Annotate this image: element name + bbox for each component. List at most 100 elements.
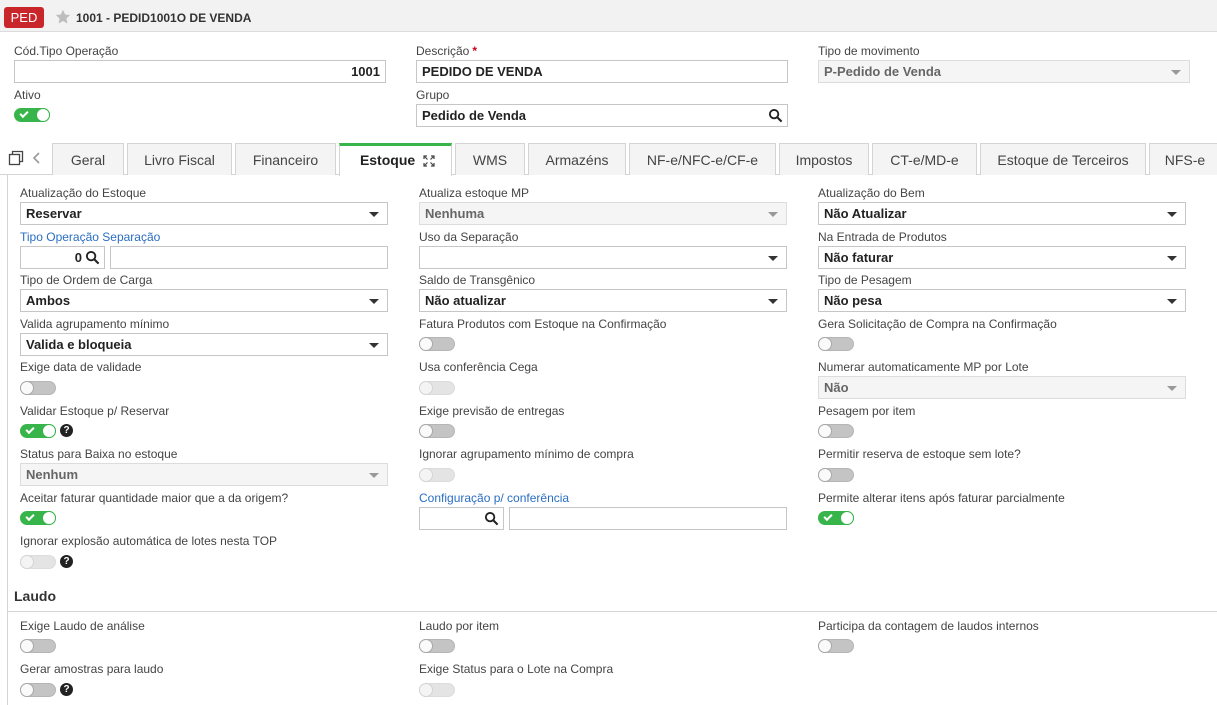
exige-laudo-analise-toggle[interactable]: [20, 639, 56, 653]
configuracao-conferencia-desc[interactable]: [509, 507, 787, 530]
fatura-produtos-confirmacao-toggle[interactable]: [419, 337, 455, 351]
chevron-down-icon: [1167, 212, 1177, 217]
tipo-operacao-separacao-label[interactable]: Tipo Operação Separação: [20, 230, 160, 244]
tipo-operacao-separacao-code[interactable]: 0: [20, 246, 105, 269]
ativo-label: Ativo: [14, 88, 41, 102]
chevron-down-icon: [1171, 70, 1181, 75]
valida-agrupamento-label: Valida agrupamento mínimo: [20, 317, 170, 331]
tab-financeiro[interactable]: Financeiro: [235, 143, 336, 175]
grupo-input[interactable]: Pedido de Venda: [416, 104, 788, 127]
check-icon: [25, 511, 35, 522]
usa-conferencia-cega-toggle[interactable]: [419, 381, 455, 395]
tipo-movimento-value: P-Pedido de Venda: [824, 64, 942, 79]
tab-geral[interactable]: Geral: [52, 143, 124, 175]
descricao-input[interactable]: PEDIDO DE VENDA: [416, 60, 788, 83]
exige-status-lote-toggle[interactable]: [419, 683, 455, 697]
tab-armazens[interactable]: Armazéns: [528, 143, 626, 175]
cod-tipo-operacao-input[interactable]: 1001: [14, 60, 386, 83]
valida-agrupamento-value: Valida e bloqueia: [26, 337, 132, 352]
expand-icon[interactable]: [423, 155, 435, 167]
tab-wms[interactable]: WMS: [455, 143, 525, 175]
tab-impostos[interactable]: Impostos: [779, 143, 869, 175]
exige-data-validade-toggle[interactable]: [20, 381, 56, 395]
exige-data-validade-label: Exige data de validade: [20, 360, 142, 374]
pesagem-por-item-toggle[interactable]: [818, 424, 854, 438]
tab-livro-fiscal[interactable]: Livro Fiscal: [127, 143, 232, 175]
atualiza-estoque-mp-value: Nenhuma: [425, 206, 485, 221]
toggle-knob: [20, 683, 34, 697]
chevron-down-icon: [369, 212, 379, 217]
search-icon[interactable]: [85, 250, 100, 265]
help-icon[interactable]: ?: [60, 424, 73, 437]
atualiza-estoque-mp-select[interactable]: Nenhuma: [419, 202, 787, 225]
chevron-down-icon: [768, 256, 778, 261]
page-title: 1001 - PEDID1001O DE VENDA: [76, 11, 252, 25]
permitir-reserva-sem-lote-toggle[interactable]: [818, 468, 854, 482]
tipo-operacao-separacao-desc[interactable]: [110, 246, 388, 269]
toggle-knob: [840, 511, 854, 525]
gera-solicitacao-compra-label: Gera Solicitação de Compra na Confirmaçã…: [818, 317, 1057, 331]
laudo-section-title: Laudo: [14, 588, 56, 604]
check-icon: [823, 511, 833, 522]
tab-estoque[interactable]: Estoque: [339, 143, 452, 176]
help-icon[interactable]: ?: [60, 683, 73, 696]
chevron-left-icon[interactable]: [32, 151, 42, 165]
tab-nfse[interactable]: NFS-e: [1149, 143, 1217, 175]
copy-icon[interactable]: [8, 150, 24, 166]
laudo-por-item-label: Laudo por item: [419, 619, 500, 633]
toggle-knob: [818, 639, 832, 653]
exige-previsao-entregas-toggle[interactable]: [419, 424, 455, 438]
ignorar-explosao-lotes-toggle[interactable]: [20, 555, 56, 569]
na-entrada-produtos-label: Na Entrada de Produtos: [818, 230, 947, 244]
permitir-reserva-sem-lote-label: Permitir reserva de estoque sem lote?: [818, 447, 1021, 461]
cod-tipo-operacao-label: Cód.Tipo Operação: [14, 44, 119, 58]
numerar-mp-lote-select[interactable]: Não: [818, 376, 1186, 399]
permite-alterar-itens-toggle[interactable]: [818, 511, 854, 525]
valida-agrupamento-select[interactable]: Valida e bloqueia: [20, 333, 388, 356]
fatura-produtos-confirmacao-label: Fatura Produtos com Estoque na Confirmaç…: [419, 317, 667, 331]
check-icon: [25, 424, 35, 435]
participa-contagem-toggle[interactable]: [818, 639, 854, 653]
pesagem-por-item-label: Pesagem por item: [818, 404, 916, 418]
exige-previsao-entregas-label: Exige previsão de entregas: [419, 404, 565, 418]
ativo-toggle[interactable]: [14, 108, 50, 122]
atualizacao-estoque-value: Reservar: [26, 206, 82, 221]
saldo-transgenico-value: Não atualizar: [425, 293, 506, 308]
status-baixa-estoque-select[interactable]: Nenhum: [20, 463, 388, 486]
chevron-down-icon: [1167, 256, 1177, 261]
tab-nfe[interactable]: NF-e/NFC-e/CF-e: [629, 143, 776, 175]
permite-alterar-itens-label: Permite alterar itens após faturar parci…: [818, 491, 1065, 505]
chevron-down-icon: [369, 299, 379, 304]
configuracao-conferencia-label[interactable]: Configuração p/ conferência: [419, 491, 569, 505]
gera-solicitacao-compra-toggle[interactable]: [818, 337, 854, 351]
ignorar-agrupamento-compra-toggle[interactable]: [419, 468, 455, 482]
exige-status-lote-label: Exige Status para o Lote na Compra: [419, 662, 614, 676]
tab-cte-mde[interactable]: CT-e/MD-e: [872, 143, 977, 175]
validar-estoque-reservar-toggle[interactable]: [20, 424, 56, 438]
toggle-knob: [818, 337, 832, 351]
numerar-mp-lote-value: Não: [824, 380, 849, 395]
tipo-pesagem-select[interactable]: Não pesa: [818, 289, 1186, 312]
na-entrada-produtos-select[interactable]: Não faturar: [818, 246, 1186, 269]
search-icon[interactable]: [768, 108, 783, 123]
tipo-ordem-carga-select[interactable]: Ambos: [20, 289, 388, 312]
aceitar-faturar-maior-toggle[interactable]: [20, 511, 56, 525]
uso-separacao-select[interactable]: [419, 246, 787, 269]
atualizacao-bem-select[interactable]: Não Atualizar: [818, 202, 1186, 225]
saldo-transgenico-select[interactable]: Não atualizar: [419, 289, 787, 312]
tipo-movimento-select[interactable]: P-Pedido de Venda: [818, 60, 1190, 83]
chevron-down-icon: [1167, 386, 1177, 391]
tab-bar: Geral Livro Fiscal Financeiro Estoque WM…: [0, 143, 1217, 176]
laudo-por-item-toggle[interactable]: [419, 639, 455, 653]
atualiza-estoque-mp-label: Atualiza estoque MP: [419, 186, 530, 200]
participa-contagem-label: Participa da contagem de laudos internos: [818, 619, 1039, 633]
tab-estoque-terceiros[interactable]: Estoque de Terceiros: [980, 143, 1146, 175]
star-icon[interactable]: [54, 8, 72, 26]
toggle-knob: [419, 381, 433, 395]
search-icon[interactable]: [484, 511, 499, 526]
gerar-amostras-toggle[interactable]: [20, 683, 56, 697]
chevron-down-icon: [369, 473, 379, 478]
help-icon[interactable]: ?: [60, 555, 73, 568]
atualizacao-estoque-select[interactable]: Reservar: [20, 202, 388, 225]
configuracao-conferencia-code[interactable]: [419, 507, 504, 530]
